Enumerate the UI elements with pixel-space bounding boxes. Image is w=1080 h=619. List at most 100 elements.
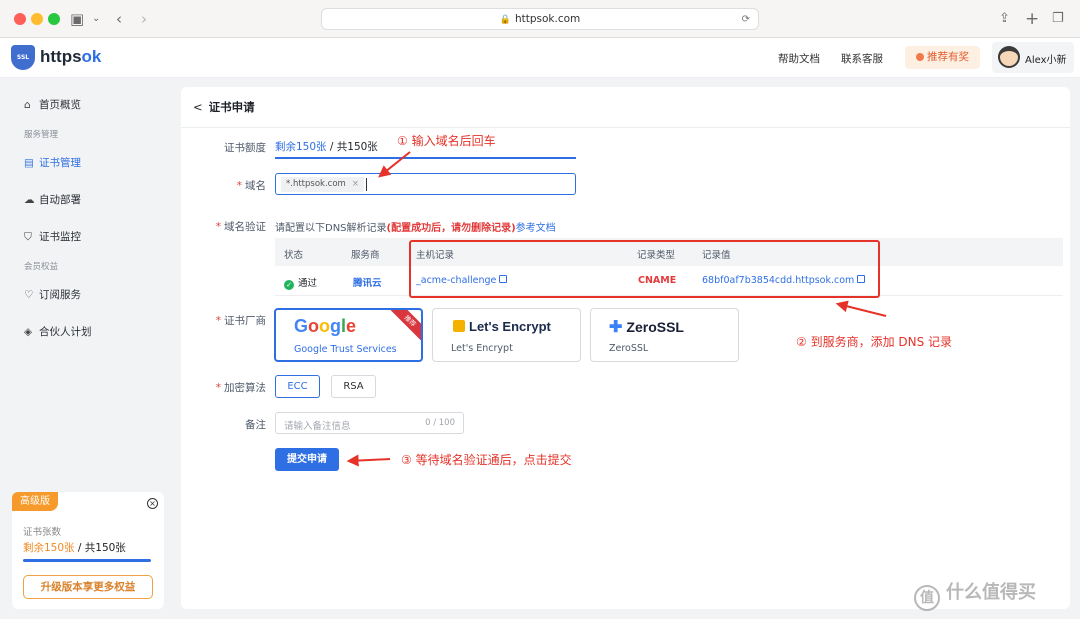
- domain-input[interactable]: *.httpsok.com ×: [275, 173, 576, 195]
- sidebar-item-label: 首页概览: [39, 99, 81, 111]
- google-logo-icon: Google: [294, 316, 357, 336]
- avatar: [998, 46, 1020, 68]
- ssl-shield-logo-icon: SSL: [11, 45, 35, 70]
- share-icon[interactable]: ⇪: [999, 0, 1010, 38]
- tabs-overview-icon[interactable]: ❐: [1052, 0, 1064, 38]
- note-field[interactable]: 请输入备注信息 0 / 100: [275, 412, 464, 434]
- verify-label: * 域名验证: [215, 221, 266, 233]
- vendor-option-zerossl[interactable]: ✚ ZeroSSL ZeroSSL: [590, 308, 739, 362]
- vendor-name: Google Trust Services: [294, 344, 397, 355]
- vendor-label: * 证书厂商: [215, 315, 266, 327]
- lock-icon: 🔒: [499, 15, 511, 25]
- brand-prefix: https: [40, 47, 82, 66]
- quota-remaining: 剩余150张: [275, 141, 327, 153]
- watermark-text: 什么值得买: [946, 582, 1036, 603]
- sidebar-item-label: 订阅服务: [39, 289, 81, 301]
- verify-instructions: 请配置以下DNS解析记录(配置成功后，请勿删除记录)参考文档: [275, 219, 556, 234]
- brand-suffix: ok: [81, 47, 102, 66]
- quota-underline: [275, 157, 576, 159]
- vendor-option-google[interactable]: Google Google Trust Services 推荐: [274, 308, 423, 362]
- dns-highlight-box: [409, 240, 880, 298]
- back-button[interactable]: < 证书申请: [193, 99, 255, 115]
- tag-remove-icon[interactable]: ×: [352, 179, 359, 189]
- page-title: 证书申请: [208, 100, 255, 114]
- annotation-step1: ① 输入域名后回车: [397, 134, 496, 148]
- watermark-logo-icon: 值: [914, 585, 940, 611]
- annotation-step3: ③ 等待域名验证通后，点击提交: [401, 453, 572, 467]
- check-circle-icon: ✓: [284, 280, 294, 290]
- back-nav-icon[interactable]: ‹: [116, 0, 122, 38]
- user-menu[interactable]: Alex小新: [992, 42, 1074, 73]
- app-header: SSL httpsok 帮助文档 联系客服 推荐有奖 Alex小新: [0, 38, 1080, 78]
- upgrade-card: 高级版 × 证书张数 剩余150张 / 共150张 升级版本享更多权益: [12, 492, 164, 609]
- sidebar-item-monitor[interactable]: ⛉ 证书监控: [24, 229, 81, 244]
- col-provider: 服务商: [351, 250, 380, 261]
- algorithm-ecc-button[interactable]: ECC: [275, 375, 320, 398]
- sidebar-item-home[interactable]: ⌂ 首页概览: [24, 97, 81, 112]
- verify-label-text: 域名验证: [224, 221, 266, 233]
- close-icon[interactable]: ×: [147, 498, 158, 509]
- nav-contact-support[interactable]: 联系客服: [841, 51, 883, 66]
- referral-reward-button[interactable]: 推荐有奖: [905, 46, 980, 69]
- reload-icon[interactable]: ⟳: [742, 9, 750, 30]
- col-status: 状态: [284, 250, 304, 261]
- annotation-step2: ② 到服务商，添加 DNS 记录: [796, 335, 953, 349]
- gift-icon: [916, 53, 924, 61]
- status-cell: ✓ 通过: [284, 275, 317, 290]
- vendor-option-letsencrypt[interactable]: Let's Encrypt Let's Encrypt: [432, 308, 581, 362]
- forward-nav-icon[interactable]: ›: [141, 0, 147, 38]
- quota-value: 剩余150张 / 共150张: [275, 139, 378, 154]
- sidebar-item-partner[interactable]: ◈ 合伙人计划: [24, 324, 92, 339]
- quota-total: / 共150张: [326, 141, 378, 153]
- divider: [181, 127, 1070, 128]
- reference-docs-link[interactable]: 参考文档: [516, 223, 556, 234]
- verify-warning: (配置成功后，请勿删除记录): [386, 223, 516, 234]
- upsell-total: / 共150张: [74, 542, 126, 554]
- status-text: 通过: [298, 278, 318, 289]
- upsell-remaining: 剩余150张: [23, 542, 75, 554]
- text-cursor: [366, 178, 367, 191]
- certificate-icon: ▤: [24, 157, 34, 169]
- new-tab-icon[interactable]: +: [1025, 0, 1039, 38]
- vendor-name: ZeroSSL: [609, 343, 649, 354]
- quota-progress-bar: [23, 559, 151, 562]
- sidebar-group-service: 服务管理: [24, 130, 59, 140]
- quota-label: 证书额度: [224, 142, 266, 154]
- address-bar[interactable]: 🔒 httpsok.com ⟳: [321, 8, 759, 30]
- verify-text-prefix: 请配置以下DNS解析记录: [275, 223, 387, 234]
- upsell-count: 剩余150张 / 共150张: [23, 540, 126, 555]
- user-name: Alex小新: [1025, 55, 1067, 66]
- recommended-badge: 推荐: [388, 310, 421, 343]
- sidebar-toggle-icon[interactable]: ▣: [70, 0, 84, 38]
- promo-label: 推荐有奖: [927, 51, 969, 63]
- sidebar-item-label: 证书监控: [39, 231, 81, 243]
- sidebar-group-membership: 会员权益: [24, 262, 59, 272]
- sidebar-item-subscription[interactable]: ♡ 订阅服务: [24, 287, 81, 302]
- home-icon: ⌂: [24, 99, 31, 111]
- sidebar-item-label: 合伙人计划: [39, 326, 92, 338]
- close-window-button[interactable]: [14, 13, 26, 25]
- note-label: 备注: [245, 419, 266, 431]
- domain-tag-text: *.httpsok.com: [286, 179, 346, 189]
- note-char-count: 0 / 100: [425, 418, 455, 428]
- submit-button[interactable]: 提交申请: [275, 448, 339, 471]
- sidebar-item-deploy[interactable]: ☁ 自动部署: [24, 192, 81, 207]
- sidebar-item-certificates[interactable]: ▤ 证书管理: [24, 155, 81, 170]
- shield-icon: ⛉: [24, 231, 32, 243]
- algorithm-label-text: 加密算法: [224, 382, 266, 394]
- upgrade-button[interactable]: 升级版本享更多权益: [23, 575, 153, 599]
- brand-logo[interactable]: httpsok: [40, 47, 101, 67]
- deploy-icon: ☁: [24, 194, 35, 206]
- minimize-window-button[interactable]: [31, 13, 43, 25]
- vendor-name: Let's Encrypt: [451, 343, 513, 354]
- provider-link[interactable]: 腾讯云: [353, 275, 382, 289]
- chevron-down-icon[interactable]: ⌄: [92, 0, 100, 38]
- vendor-label-text: 证书厂商: [224, 315, 266, 327]
- nav-help-docs[interactable]: 帮助文档: [778, 51, 820, 66]
- algorithm-rsa-button[interactable]: RSA: [331, 375, 376, 398]
- algorithm-label: * 加密算法: [215, 382, 266, 394]
- maximize-window-button[interactable]: [48, 13, 60, 25]
- sidebar-item-label: 自动部署: [39, 194, 81, 206]
- domain-label-text: 域名: [245, 180, 266, 192]
- domain-tag[interactable]: *.httpsok.com ×: [281, 177, 364, 192]
